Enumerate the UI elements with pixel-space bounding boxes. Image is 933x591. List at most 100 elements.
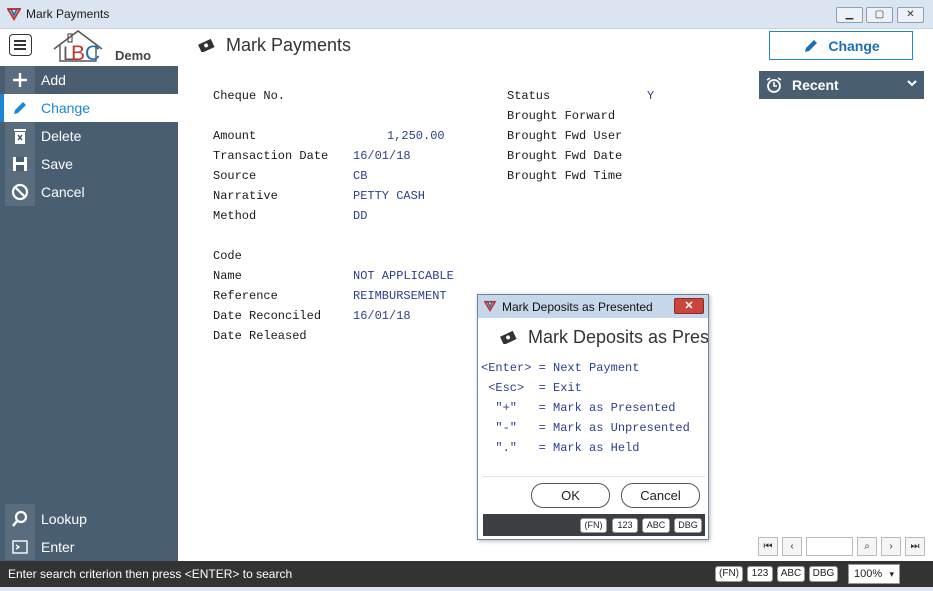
enter-icon bbox=[12, 540, 28, 554]
sidebar-item-label: Lookup bbox=[41, 511, 87, 527]
sidebar-item-label: Enter bbox=[41, 539, 75, 555]
money-icon bbox=[198, 38, 215, 52]
sidebar-item-delete[interactable]: Delete bbox=[0, 122, 178, 150]
fn-key-button[interactable]: (FN) bbox=[715, 566, 743, 582]
recent-panel-toggle[interactable]: Recent bbox=[759, 71, 924, 99]
method-label: Method bbox=[213, 209, 257, 223]
app-logo-icon bbox=[7, 8, 21, 21]
next-record-button[interactable]: › bbox=[881, 537, 901, 556]
method-value[interactable]: DD bbox=[353, 209, 367, 223]
brought-fwd-time-label: Brought Fwd Time bbox=[507, 169, 623, 183]
dialog-title: Mark Deposits as Presented bbox=[502, 300, 653, 314]
cheque-no-label: Cheque No. bbox=[213, 89, 286, 103]
chevron-down-icon bbox=[907, 80, 917, 87]
debug-key-button[interactable]: DBG bbox=[809, 566, 838, 582]
close-window-button[interactable]: ✕ bbox=[897, 7, 924, 23]
dialog-instruction: "." = Mark as Held bbox=[481, 441, 640, 455]
app-header: L B C Demo Mark Payments Change bbox=[0, 29, 933, 66]
amount-label: Amount bbox=[213, 129, 257, 143]
sidebar-item-save[interactable]: Save bbox=[0, 150, 178, 178]
source-label: Source bbox=[213, 169, 257, 183]
alarm-clock-icon bbox=[766, 77, 782, 93]
transaction-date-label: Transaction Date bbox=[213, 149, 329, 163]
first-record-button[interactable]: ⏮ bbox=[758, 537, 778, 556]
svg-text:C: C bbox=[85, 42, 100, 63]
zoom-select[interactable]: 100% ▾ bbox=[848, 564, 900, 584]
maximize-button[interactable]: ▢ bbox=[866, 7, 893, 23]
numeric-key-button[interactable]: 123 bbox=[612, 518, 638, 533]
cancel-icon bbox=[11, 183, 29, 201]
sidebar-item-label: Save bbox=[41, 156, 73, 172]
sidebar-item-lookup[interactable]: Lookup bbox=[0, 505, 178, 533]
debug-key-button[interactable]: DBG bbox=[674, 518, 702, 533]
previous-record-button[interactable]: ‹ bbox=[782, 537, 802, 556]
last-record-button[interactable]: ⏭ bbox=[905, 537, 925, 556]
status-value[interactable]: Y bbox=[647, 89, 654, 103]
svg-text:B: B bbox=[71, 42, 85, 63]
hamburger-menu-button[interactable] bbox=[9, 34, 32, 56]
sidebar-item-change[interactable]: Change bbox=[0, 94, 178, 122]
dialog-instruction: <Esc> = Exit bbox=[481, 381, 582, 395]
code-label: Code bbox=[213, 249, 242, 263]
ok-button[interactable]: OK bbox=[531, 483, 610, 508]
status-message: Enter search criterion then press <ENTER… bbox=[8, 567, 293, 581]
record-number-input[interactable] bbox=[806, 537, 853, 556]
transaction-date-value[interactable]: 16/01/18 bbox=[353, 149, 411, 163]
active-indicator bbox=[0, 94, 4, 122]
alpha-key-button[interactable]: ABC bbox=[777, 566, 805, 582]
name-label: Name bbox=[213, 269, 242, 283]
amount-value[interactable]: 1,250.00 bbox=[387, 129, 445, 143]
brought-forward-label: Brought Forward bbox=[507, 109, 616, 123]
sidebar-item-enter[interactable]: Enter bbox=[0, 533, 178, 561]
change-mode-button[interactable]: Change bbox=[769, 31, 913, 60]
sidebar-item-label: Add bbox=[41, 72, 66, 88]
brought-fwd-user-label: Brought Fwd User bbox=[507, 129, 623, 143]
window-title: Mark Payments bbox=[26, 7, 110, 21]
fn-key-button[interactable]: (FN) bbox=[580, 518, 607, 533]
minimize-button[interactable]: ▁ bbox=[836, 7, 863, 23]
pencil-icon bbox=[805, 39, 818, 52]
change-mode-label: Change bbox=[828, 37, 880, 54]
zoom-value: 100% bbox=[854, 568, 883, 580]
mark-deposits-dialog: Mark Deposits as Presented ✕ Mark Deposi… bbox=[477, 294, 709, 540]
date-reconciled-label: Date Reconciled bbox=[213, 309, 322, 323]
search-icon bbox=[11, 510, 28, 527]
date-released-label: Date Released bbox=[213, 329, 307, 343]
numeric-key-button[interactable]: 123 bbox=[747, 566, 773, 582]
search-record-button[interactable]: ⌕ bbox=[857, 537, 877, 556]
trash-icon bbox=[14, 129, 26, 144]
dialog-instruction: <Enter> = Next Payment bbox=[481, 361, 640, 375]
recent-label: Recent bbox=[792, 77, 839, 93]
cancel-button[interactable]: Cancel bbox=[621, 483, 700, 508]
status-bar: Enter search criterion then press <ENTER… bbox=[0, 561, 933, 587]
page-title: Mark Payments bbox=[226, 35, 352, 55]
alpha-key-button[interactable]: ABC bbox=[642, 518, 670, 533]
window-bottom-border bbox=[0, 587, 933, 591]
chevron-down-icon: ▾ bbox=[889, 569, 894, 579]
plus-icon bbox=[13, 73, 27, 87]
date-reconciled-value[interactable]: 16/01/18 bbox=[353, 309, 411, 323]
sidebar-item-cancel[interactable]: Cancel bbox=[0, 178, 178, 206]
logo-demo-label: Demo bbox=[115, 48, 152, 63]
sidebar-item-label: Delete bbox=[41, 128, 82, 144]
money-icon bbox=[500, 330, 517, 344]
name-value[interactable]: NOT APPLICABLE bbox=[353, 269, 454, 283]
dialog-titlebar: Mark Deposits as Presented ✕ bbox=[478, 295, 708, 318]
reference-label: Reference bbox=[213, 289, 278, 303]
floppy-icon bbox=[13, 157, 27, 171]
dialog-close-button[interactable]: ✕ bbox=[674, 298, 704, 314]
narrative-label: Narrative bbox=[213, 189, 278, 203]
source-value[interactable]: CB bbox=[353, 169, 367, 183]
dialog-keybar: (FN) 123 ABC DBG bbox=[483, 514, 705, 536]
dialog-instruction: "+" = Mark as Presented bbox=[481, 401, 676, 415]
narrative-value[interactable]: PETTY CASH bbox=[353, 189, 425, 203]
app-logo-icon bbox=[484, 300, 496, 312]
brought-fwd-date-label: Brought Fwd Date bbox=[507, 149, 623, 163]
reference-value[interactable]: REIMBURSEMENT bbox=[353, 289, 447, 303]
pencil-icon bbox=[14, 102, 26, 114]
dialog-instruction: "-" = Mark as Unpresented bbox=[481, 421, 690, 435]
status-label: Status bbox=[507, 89, 551, 103]
sidebar-item-add[interactable]: Add bbox=[0, 66, 178, 94]
sidebar-item-label: Cancel bbox=[41, 184, 85, 200]
window-titlebar: Mark Payments ▁ ▢ ✕ bbox=[0, 0, 933, 29]
